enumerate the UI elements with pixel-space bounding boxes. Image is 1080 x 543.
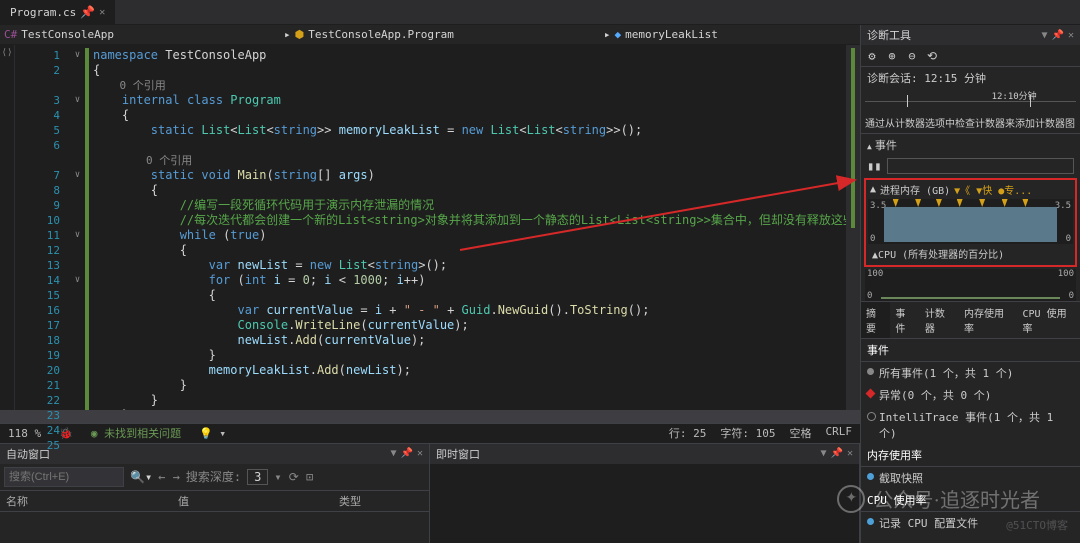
dropdown-icon[interactable]: ▼ — [1041, 30, 1047, 41]
events-intellitrace-link[interactable]: IntelliTrace 事件(1 个，共 1 个) — [861, 406, 1080, 444]
file-tab[interactable]: Program.cs 📌 ✕ — [0, 0, 115, 24]
status-bar: 118 % 🐞 ◉ 未找到相关问题 💡 ▾ 行: 25 字符: 105 空格 C… — [0, 423, 860, 443]
tab-summary[interactable]: 摘要 — [861, 302, 890, 338]
file-tab-label: Program.cs — [10, 6, 76, 19]
diag-tabs: 摘要 事件 计数器 内存使用率 CPU 使用率 — [861, 301, 1080, 339]
eol-indicator[interactable]: CRLF — [826, 425, 853, 441]
breadcrumb[interactable]: C# TestConsoleApp — [4, 28, 114, 41]
panel-title: 即时窗口 — [436, 446, 480, 462]
close-icon[interactable]: ✕ — [847, 448, 853, 459]
autos-panel: 自动窗口 ▼ 📌 ✕ 🔍▾ ← → 搜索深度: 3 ▾ ⟳ ⊡ 名称 值 类型 — [0, 444, 430, 543]
code-content[interactable]: namespace TestConsoleApp { 0 个引用 interna… — [85, 45, 846, 410]
breadcrumb-bar: C# TestConsoleApp ▸ ⬢ TestConsoleApp.Pro… — [0, 25, 860, 45]
search-icon[interactable]: 🔍▾ — [130, 470, 152, 484]
timeline-ruler[interactable]: 12:10分钟 — [865, 91, 1076, 113]
cpu-chart[interactable]: 100 100 0 0 — [865, 269, 1076, 301]
gear-icon[interactable]: ⚙ — [865, 49, 879, 63]
zoom-in-icon[interactable]: ⊕ — [885, 49, 899, 63]
diagnostic-tools-panel: 诊断工具 ▼ 📌 ✕ ⚙ ⊕ ⊖ ⟲ 诊断会话: 12:15 分钟 12:10分… — [860, 25, 1080, 543]
class-icon: ⬢ — [295, 28, 305, 41]
breakpoint-margin[interactable]: ⟨⟩ — [0, 45, 15, 410]
events-exceptions-link[interactable]: 异常(0 个，共 0 个) — [861, 384, 1080, 406]
watermark: ✦ 公众号·追逐时光者 — [837, 484, 1040, 513]
column-name[interactable]: 名称 — [6, 493, 28, 509]
file-tab-bar: Program.cs 📌 ✕ — [0, 0, 1080, 25]
line-number-gutter: 12 3456 78910 11121314 15161718 19202122… — [15, 45, 70, 410]
reset-view-icon[interactable]: ⟲ — [925, 49, 939, 63]
session-time: 诊断会话: 12:15 分钟 — [867, 72, 986, 85]
tab-events[interactable]: 事件 — [890, 302, 919, 338]
cpu-section[interactable]: CPU (所有处理器的百分比) — [878, 250, 1004, 261]
pin-icon[interactable]: 📌 — [831, 448, 843, 459]
memory-section[interactable]: 进程内存 (GB) — [880, 182, 950, 197]
code-editor[interactable]: ⟨⟩ 12 3456 78910 11121314 15161718 19202… — [0, 45, 860, 410]
wechat-icon: ✦ — [837, 485, 865, 513]
events-all-link[interactable]: 所有事件(1 个，共 1 个) — [861, 362, 1080, 384]
pin-icon[interactable]: 📌 — [80, 5, 95, 19]
close-icon[interactable]: ✕ — [99, 7, 105, 18]
pin-icon[interactable]: 📌 — [1052, 30, 1064, 41]
immediate-textarea[interactable] — [430, 464, 859, 543]
lightbulb-icon[interactable]: 💡 ▾ — [199, 427, 226, 440]
issues-status[interactable]: ◉ 未找到相关问题 — [91, 425, 181, 441]
panel-title: 诊断工具 — [867, 27, 911, 43]
tab-memory[interactable]: 内存使用率 — [959, 302, 1018, 338]
close-icon[interactable]: ✕ — [1068, 30, 1074, 41]
scrollbar-vertical[interactable] — [846, 45, 860, 410]
codelens-references[interactable]: 0 个引用 — [146, 154, 192, 167]
watermark-sub: @51CTO博客 — [1006, 517, 1068, 533]
csharp-icon: C# — [4, 28, 17, 41]
events-section[interactable]: 事件 — [875, 139, 897, 152]
close-icon[interactable]: ✕ — [417, 448, 423, 459]
field-icon: ◆ — [615, 28, 622, 41]
indent-indicator[interactable]: 空格 — [790, 425, 812, 441]
depth-value[interactable]: 3 — [247, 469, 268, 485]
dropdown-icon[interactable]: ▼ — [390, 448, 396, 459]
breadcrumb[interactable]: ▸ ◆ memoryLeakList — [604, 28, 718, 41]
char-indicator[interactable]: 字符: 105 — [720, 425, 775, 441]
breadcrumb[interactable]: ▸ ⬢ TestConsoleApp.Program — [284, 28, 454, 41]
zoom-out-icon[interactable]: ⊖ — [905, 49, 919, 63]
column-type[interactable]: 类型 — [339, 493, 361, 509]
pause-icon[interactable]: ▮▮ — [867, 159, 881, 173]
scrollbar-horizontal[interactable] — [0, 410, 860, 423]
pin-icon[interactable]: 📌 — [401, 448, 413, 459]
immediate-panel: 即时窗口 ▼ 📌 ✕ — [430, 444, 860, 543]
dropdown-icon[interactable]: ▼ — [820, 448, 826, 459]
memory-chart[interactable]: 3.5 3.5 0 0 — [868, 199, 1073, 244]
diag-hint: 通过从计数器选项中检查计数器来添加计数器图 — [861, 115, 1080, 133]
events-summary-header: 事件 — [861, 339, 1080, 362]
memory-summary-header: 内存使用率 — [861, 444, 1080, 467]
column-value[interactable]: 值 — [178, 493, 189, 509]
depth-label: 搜索深度: — [186, 468, 241, 485]
highlight-box: ▲进程内存 (GB) ▼《 ▼快 ●专... 3.5 3.5 0 0 ▲CPU … — [864, 178, 1077, 267]
search-input[interactable] — [4, 467, 124, 487]
tab-cpu[interactable]: CPU 使用率 — [1018, 302, 1080, 338]
codelens-references[interactable]: 0 个引用 — [120, 79, 166, 92]
diag-toolbar: ⚙ ⊕ ⊖ ⟲ — [861, 45, 1080, 67]
line-indicator[interactable]: 行: 25 — [669, 425, 707, 441]
change-indicator — [85, 48, 89, 410]
tab-counters[interactable]: 计数器 — [920, 302, 959, 338]
fold-gutter[interactable]: ∨∨ ∨ ∨∨ — [70, 45, 85, 410]
